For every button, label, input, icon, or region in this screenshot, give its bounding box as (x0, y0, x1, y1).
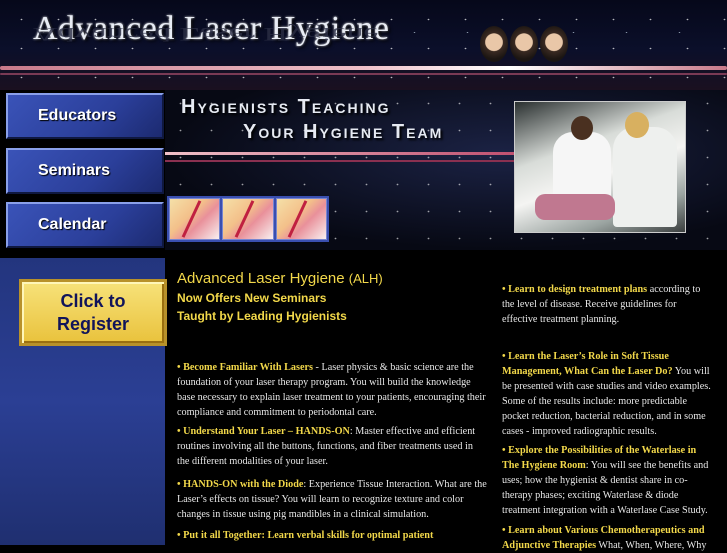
register-line1: Click to (60, 290, 126, 311)
right-item-2: • Learn the Laser’s Role in Soft Tissue … (502, 349, 714, 439)
header-banner: Advanced Laser Hygiene Advanced Laser Hy… (0, 0, 727, 90)
hygienist-faces-image (480, 26, 568, 62)
face-image (510, 26, 538, 62)
nav-seminars-label: Seminars (38, 162, 111, 179)
nav-educators-label: Educators (38, 107, 117, 124)
face-image (480, 26, 508, 62)
laser-thumbnails (167, 196, 329, 242)
left-item-3-lead: • HANDS-ON with the Diode (177, 479, 304, 490)
left-item-2-lead: • Understand Your Laser – HANDS-ON (177, 426, 350, 437)
left-item-4-lead: • Put it all Together: Learn verbal skil… (177, 530, 434, 541)
clinic-photo (514, 101, 686, 233)
register-button[interactable]: Click to Register (19, 279, 167, 346)
hygienist-head (571, 116, 593, 140)
right-item-2-lead: • Learn the Laser’s Role in Soft Tissue … (502, 351, 673, 377)
left-item-4: • Put it all Together: Learn verbal skil… (177, 528, 487, 543)
hero-laser-beam (165, 152, 515, 155)
laser-thumbnail (222, 198, 274, 240)
patient-figure (535, 194, 615, 220)
laser-beam-secondary (0, 73, 727, 75)
left-item-2: • Understand Your Laser – HANDS-ON: Mast… (177, 424, 487, 469)
laser-thumbnail (275, 198, 327, 240)
right-item-4: • Learn about Various Chemotherapeutics … (502, 523, 714, 553)
hero-laser-beam-secondary (165, 160, 515, 162)
right-item-1-lead: • Learn to design treatment plans (502, 284, 648, 295)
tagline-line2: Your Hygiene Team (243, 121, 444, 143)
register-line2: Register (56, 313, 130, 334)
right-item-3: • Explore the Possibilities of the Water… (502, 443, 714, 518)
subtitle-2: Taught by Leading Hygienists (177, 309, 347, 323)
laser-thumbnail (169, 198, 221, 240)
nav-calendar[interactable]: Calendar (6, 202, 164, 248)
hygienist-figure (613, 127, 677, 227)
left-item-3: • HANDS-ON with the Diode: Experience Ti… (177, 477, 487, 522)
left-item-1-lead: • Become Familiar With Lasers (177, 362, 313, 373)
right-item-4-text: What, When, Where, Why (596, 540, 707, 551)
laser-beam (0, 66, 727, 70)
nav-seminars[interactable]: Seminars (6, 148, 164, 194)
nav-educators[interactable]: Educators (6, 93, 164, 139)
main-title-text: Advanced Laser Hygiene (177, 270, 345, 287)
subtitle-1: Now Offers New Seminars (177, 291, 327, 305)
right-item-1: • Learn to design treatment plans accord… (502, 282, 714, 327)
tagline-line1: Hygienists Teaching (181, 96, 391, 118)
hygienist-head (625, 112, 649, 138)
main-title-abbr: (ALH) (348, 271, 383, 286)
face-image (540, 26, 568, 62)
nav-calendar-label: Calendar (38, 216, 107, 233)
main-title: Advanced Laser Hygiene (ALH) (177, 270, 383, 287)
left-item-1: • Become Familiar With Lasers - Laser ph… (177, 360, 487, 420)
site-title-reflection: Advanced Laser Hygiene (33, 23, 379, 44)
